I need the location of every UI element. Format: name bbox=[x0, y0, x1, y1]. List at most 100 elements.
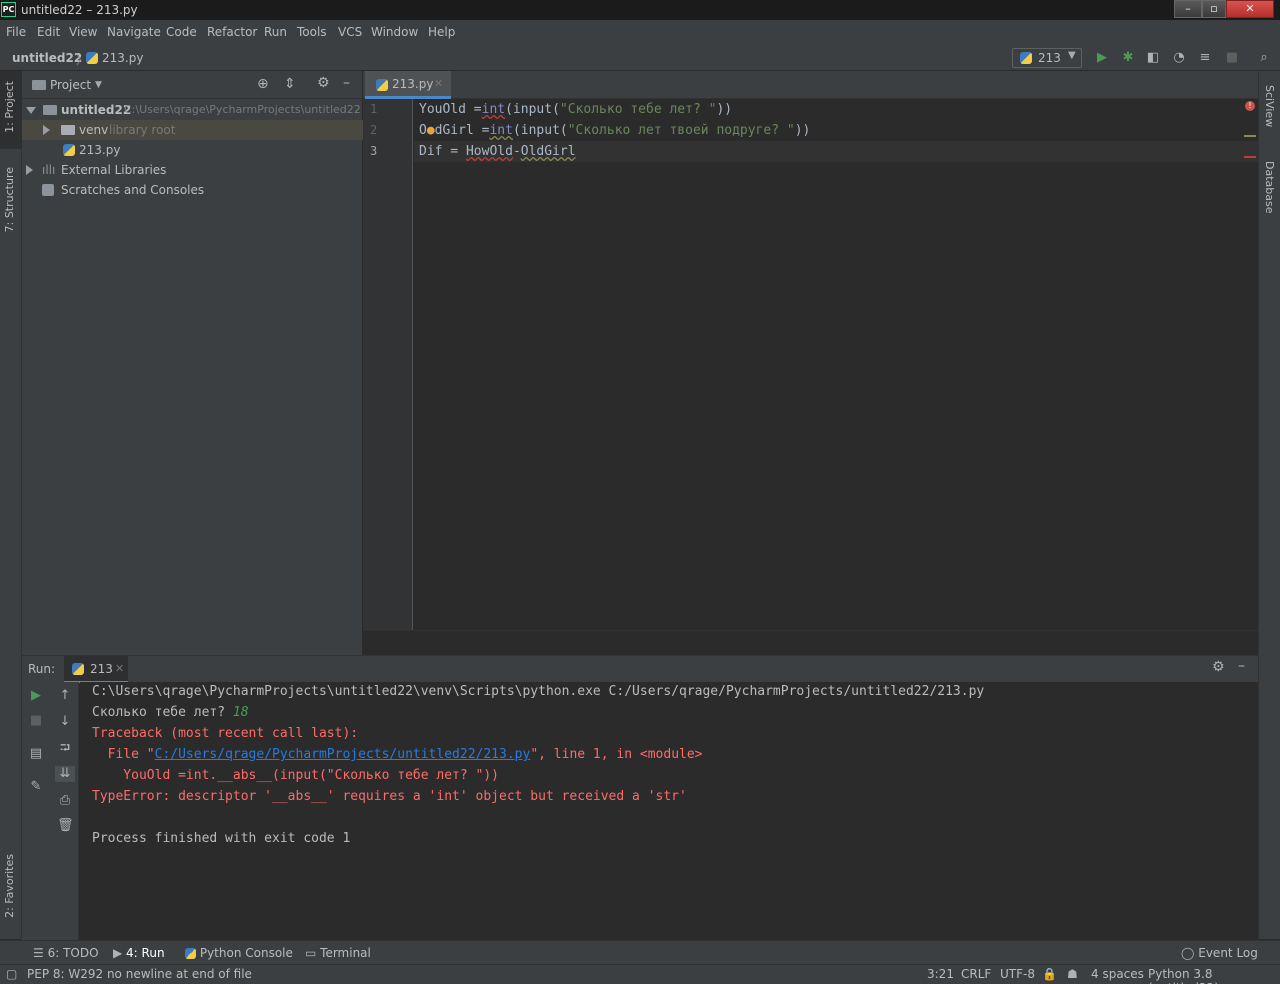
run-configuration-label: 213 bbox=[1038, 51, 1061, 65]
hide-panel-icon[interactable]: – bbox=[343, 75, 350, 91]
project-panel-header: Project ▼ ⊕ ⇕ ⚙ – bbox=[22, 71, 363, 99]
run-toolbar-primary: ▶ ■ ▤ ✎ bbox=[22, 682, 49, 940]
menu-navigate[interactable]: Navigate bbox=[107, 25, 161, 39]
error-indicator-icon[interactable]: ! bbox=[1245, 101, 1255, 111]
project-view-select[interactable]: Project bbox=[50, 78, 91, 92]
chevron-down-icon[interactable]: ▼ bbox=[95, 80, 102, 90]
expand-arrow-icon[interactable] bbox=[26, 107, 36, 114]
stop-icon[interactable]: ■ bbox=[1224, 50, 1240, 66]
line-separator[interactable]: CRLF bbox=[961, 967, 991, 981]
gear-icon[interactable]: ⚙ bbox=[317, 75, 330, 91]
line-number: 1 bbox=[370, 102, 378, 116]
console-file-link[interactable]: C:/Users/qrage/PycharmProjects/untitled2… bbox=[155, 747, 531, 762]
todo-tool-tab[interactable]: ☰ 6: TODO bbox=[33, 946, 99, 960]
scroll-to-end-icon[interactable]: ⇊ bbox=[55, 766, 75, 782]
restore-layout-icon[interactable]: ▤ bbox=[28, 746, 44, 762]
tree-node-file[interactable]: 213.py bbox=[22, 140, 363, 160]
soft-wrap-icon[interactable]: ⮒ bbox=[57, 741, 73, 757]
menu-view[interactable]: View bbox=[69, 25, 97, 39]
project-panel: Project ▼ ⊕ ⇕ ⚙ – untitled22 C:\Users\qr… bbox=[22, 71, 363, 655]
close-button[interactable]: ✕ bbox=[1226, 0, 1274, 18]
collapse-all-icon[interactable]: ⇕ bbox=[284, 76, 296, 92]
print-icon[interactable]: ⎙ bbox=[57, 793, 73, 809]
console-error-message: TypeError: descriptor '__abs__' requires… bbox=[92, 789, 687, 804]
python-icon bbox=[1020, 52, 1032, 64]
menu-code[interactable]: Code bbox=[166, 25, 197, 39]
up-arrow-icon[interactable]: ↑ bbox=[57, 688, 73, 704]
menu-run[interactable]: Run bbox=[264, 25, 287, 39]
expand-arrow-icon[interactable] bbox=[43, 125, 50, 135]
tree-node-external-libraries[interactable]: ıllı External Libraries bbox=[22, 160, 363, 180]
menu-vcs[interactable]: VCS bbox=[338, 25, 362, 39]
expand-arrow-icon[interactable] bbox=[26, 165, 33, 175]
concurrency-diagram-icon[interactable]: ≡ bbox=[1197, 50, 1213, 66]
line-number: 3 bbox=[370, 144, 378, 158]
tree-venv-name: venv bbox=[79, 123, 109, 137]
tree-node-root[interactable]: untitled22 C:\Users\qrage\PycharmProject… bbox=[22, 100, 363, 120]
hide-panel-icon[interactable]: – bbox=[1238, 658, 1245, 674]
python-console-tool-tab[interactable]: Python Console bbox=[185, 946, 293, 960]
pin-tab-icon[interactable]: ✎ bbox=[28, 779, 44, 795]
toggle-tool-windows-icon[interactable]: ▢ bbox=[6, 967, 17, 981]
run-tool-tab[interactable]: ▶ 4: Run bbox=[113, 946, 165, 960]
breadcrumb-file[interactable]: 213.py bbox=[102, 51, 143, 65]
code-editor[interactable]: YouOld =int(input("Сколько тебе лет? "))… bbox=[414, 99, 1258, 630]
project-tool-tab[interactable]: 1: Project bbox=[3, 81, 16, 133]
project-view-icon bbox=[32, 80, 46, 90]
database-tool-tab[interactable]: Database bbox=[1263, 161, 1276, 214]
indent-setting[interactable]: 4 spaces bbox=[1091, 967, 1144, 981]
structure-tool-tab[interactable]: 7: Structure bbox=[3, 167, 16, 232]
favorites-tool-tab[interactable]: 2: Favorites bbox=[3, 854, 16, 918]
close-tab-icon[interactable]: ✕ bbox=[115, 662, 124, 675]
python-interpreter[interactable]: Python 3.8 (untitled22) bbox=[1148, 967, 1280, 984]
maximize-button[interactable]: ▫ bbox=[1202, 0, 1226, 18]
caret-position[interactable]: 3:21 bbox=[927, 967, 954, 981]
file-encoding[interactable]: UTF-8 bbox=[1000, 967, 1035, 981]
tree-node-venv[interactable]: venv library root bbox=[22, 120, 363, 140]
minimize-button[interactable]: – bbox=[1174, 0, 1202, 18]
warning-stripe-mark[interactable] bbox=[1244, 135, 1256, 137]
trash-icon[interactable]: 🗑 bbox=[57, 818, 74, 834]
run-icon[interactable]: ▶ bbox=[1094, 50, 1110, 66]
inspector-icon[interactable]: ☗ bbox=[1067, 967, 1078, 981]
tree-root-name: untitled22 bbox=[61, 103, 132, 117]
tree-node-scratches[interactable]: Scratches and Consoles bbox=[22, 180, 363, 200]
menu-tools[interactable]: Tools bbox=[297, 25, 327, 39]
run-console[interactable]: C:\Users\qrage\PycharmProjects\untitled2… bbox=[80, 682, 1258, 940]
gear-icon[interactable]: ⚙ bbox=[1212, 659, 1225, 675]
error-stripe-mark[interactable] bbox=[1244, 156, 1256, 158]
run-with-coverage-icon[interactable]: ◧ bbox=[1145, 50, 1161, 66]
stop-icon[interactable]: ■ bbox=[28, 713, 44, 729]
debug-icon[interactable]: ✱ bbox=[1120, 50, 1136, 66]
search-icon[interactable]: ⌕ bbox=[1256, 50, 1272, 66]
console-command-line: C:\Users\qrage\PycharmProjects\untitled2… bbox=[92, 684, 985, 699]
terminal-tool-tab[interactable]: ▭ Terminal bbox=[305, 946, 371, 960]
menu-refactor[interactable]: Refactor bbox=[207, 25, 257, 39]
sciview-tool-tab[interactable]: SciView bbox=[1263, 85, 1276, 127]
editor-tab-label: 213.py bbox=[392, 77, 434, 91]
run-panel-label: Run: bbox=[28, 662, 56, 676]
python-file-icon bbox=[63, 144, 75, 156]
tree-scratches-label: Scratches and Consoles bbox=[61, 183, 205, 197]
python-file-icon bbox=[86, 52, 98, 64]
run-configuration-select[interactable]: 213 ▼ bbox=[1012, 48, 1082, 68]
menu-help[interactable]: Help bbox=[428, 25, 455, 39]
right-tool-strip: SciView Database bbox=[1258, 71, 1280, 939]
menu-edit[interactable]: Edit bbox=[37, 25, 60, 39]
rerun-icon[interactable]: ▶ bbox=[28, 688, 44, 704]
menu-window[interactable]: Window bbox=[371, 25, 418, 39]
close-tab-icon[interactable]: ✕ bbox=[434, 77, 443, 90]
lock-icon[interactable]: 🔒 bbox=[1042, 967, 1057, 981]
locate-file-icon[interactable]: ⊕ bbox=[257, 76, 269, 92]
tree-root-path: C:\Users\qrage\PycharmProjects\untitled2… bbox=[124, 103, 361, 116]
breadcrumb-project[interactable]: untitled22 bbox=[12, 51, 82, 65]
profile-icon[interactable]: ◔ bbox=[1171, 50, 1187, 66]
line-number: 2 bbox=[370, 123, 378, 137]
editor-tab-213[interactable]: 213.py ✕ bbox=[365, 71, 451, 99]
run-tab-213[interactable]: 213 ✕ bbox=[64, 656, 128, 683]
left-tool-strip: 1: Project 7: Structure 2: Favorites bbox=[0, 71, 22, 939]
menu-file[interactable]: File bbox=[6, 25, 26, 39]
python-icon bbox=[72, 663, 84, 675]
event-log-tool-tab[interactable]: ◯ Event Log bbox=[1181, 946, 1258, 960]
down-arrow-icon[interactable]: ↓ bbox=[57, 714, 73, 730]
